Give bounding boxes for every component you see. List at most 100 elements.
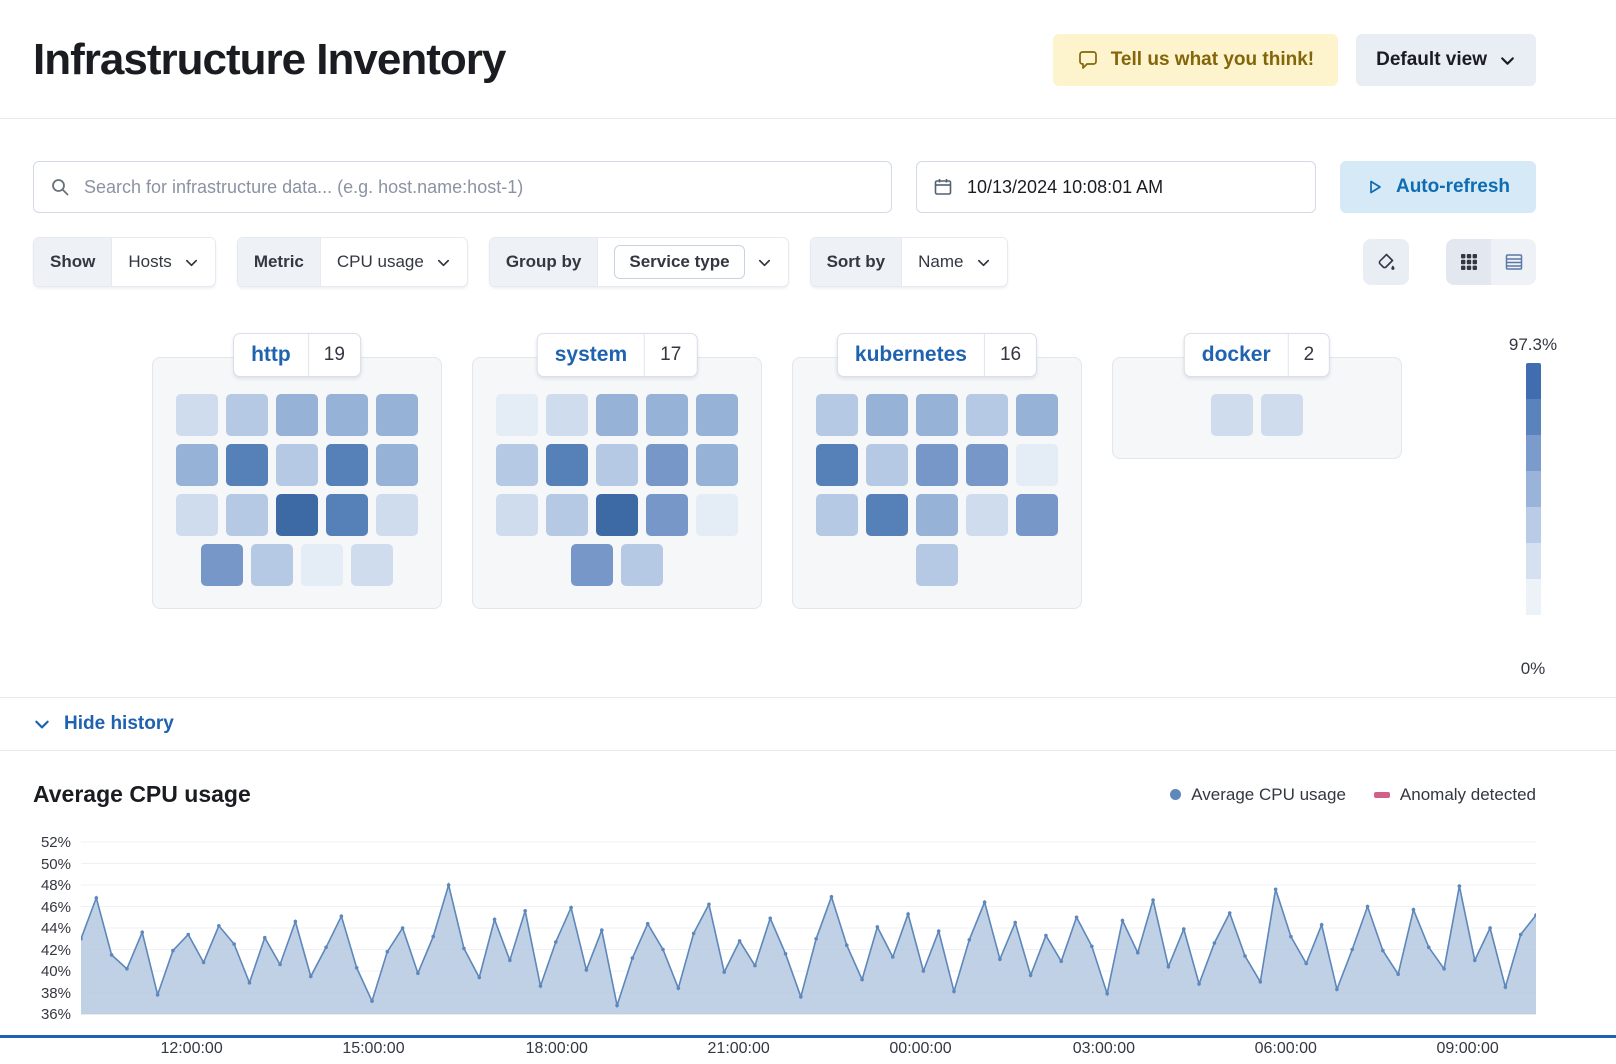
host-node[interactable] (571, 544, 613, 586)
host-node[interactable] (1016, 394, 1058, 436)
calendar-icon (933, 177, 953, 197)
host-node[interactable] (351, 544, 393, 586)
group-count: 19 (308, 334, 360, 376)
chart-legend-item[interactable]: Average CPU usage (1170, 785, 1346, 805)
host-node[interactable] (696, 494, 738, 536)
host-node[interactable] (646, 494, 688, 536)
host-node[interactable] (1016, 444, 1058, 486)
host-node[interactable] (1211, 394, 1253, 436)
host-node[interactable] (201, 544, 243, 586)
group-count: 16 (984, 334, 1036, 376)
host-node[interactable] (866, 444, 908, 486)
host-node[interactable] (496, 394, 538, 436)
group-card (472, 357, 762, 609)
host-node[interactable] (276, 444, 318, 486)
host-node[interactable] (816, 444, 858, 486)
date-picker-button[interactable]: 10/13/2024 10:08:01 AM (916, 161, 1316, 213)
host-node[interactable] (916, 444, 958, 486)
host-node[interactable] (546, 394, 588, 436)
host-node[interactable] (866, 394, 908, 436)
chart-plot-area[interactable] (81, 832, 1536, 1022)
host-node[interactable] (696, 394, 738, 436)
group-badge[interactable]: kubernetes16 (837, 333, 1037, 377)
metric-filter-label: Metric (238, 238, 321, 286)
waffle-map: http19 system17 kubernetes16 docker2 97.3% … (0, 333, 1616, 679)
search-icon (50, 177, 70, 197)
host-node[interactable] (866, 494, 908, 536)
host-node[interactable] (646, 394, 688, 436)
host-node[interactable] (546, 494, 588, 536)
host-node[interactable] (916, 494, 958, 536)
host-node[interactable] (276, 394, 318, 436)
waffle-group: kubernetes16 (792, 333, 1082, 609)
host-node[interactable] (176, 444, 218, 486)
legend-dot-icon (1170, 789, 1181, 800)
host-node[interactable] (376, 394, 418, 436)
fill-color-button[interactable] (1363, 239, 1409, 285)
host-node[interactable] (966, 444, 1008, 486)
host-node[interactable] (176, 394, 218, 436)
chart-header: Average CPU usage Average CPU usageAnoma… (33, 781, 1536, 808)
show-filter[interactable]: Show Hosts (33, 237, 216, 287)
search-input[interactable] (84, 177, 875, 198)
host-node[interactable] (376, 444, 418, 486)
group-count: 17 (644, 334, 696, 376)
host-node[interactable] (276, 494, 318, 536)
x-axis-labels: 12:00:0015:00:0018:00:0021:00:0000:00:00… (81, 1040, 1536, 1064)
view-selector-button[interactable]: Default view (1356, 34, 1536, 86)
group-by-filter[interactable]: Group by Service type (489, 237, 789, 287)
host-node[interactable] (546, 444, 588, 486)
host-node[interactable] (596, 394, 638, 436)
host-node[interactable] (916, 394, 958, 436)
host-node[interactable] (376, 494, 418, 536)
host-node[interactable] (966, 394, 1008, 436)
host-node[interactable] (696, 444, 738, 486)
host-node[interactable] (1016, 494, 1058, 536)
host-node[interactable] (496, 444, 538, 486)
host-node[interactable] (816, 494, 858, 536)
show-filter-label: Show (34, 238, 112, 286)
metric-filter-value: CPU usage (337, 252, 424, 272)
host-node[interactable] (176, 494, 218, 536)
feedback-button[interactable]: Tell us what you think! (1053, 34, 1338, 86)
host-node[interactable] (326, 444, 368, 486)
group-name: http (234, 334, 308, 376)
host-node[interactable] (1261, 394, 1303, 436)
host-node[interactable] (326, 394, 368, 436)
grid-view-button[interactable] (1446, 239, 1491, 285)
host-node[interactable] (226, 444, 268, 486)
metric-filter[interactable]: Metric CPU usage (237, 237, 468, 287)
fill-color-icon (1376, 252, 1396, 272)
host-node[interactable] (916, 544, 958, 586)
host-node[interactable] (966, 494, 1008, 536)
group-by-filter-value[interactable]: Service type (614, 245, 744, 279)
group-card (792, 357, 1082, 609)
legend-label: Average CPU usage (1191, 785, 1346, 805)
host-node[interactable] (496, 494, 538, 536)
search-toolbar: 10/13/2024 10:08:01 AM Auto-refresh (33, 161, 1536, 213)
host-node[interactable] (226, 394, 268, 436)
chart-legend-item[interactable]: Anomaly detected (1374, 785, 1536, 805)
host-node[interactable] (646, 444, 688, 486)
waffle-color-legend: 97.3% 0% (1490, 333, 1576, 679)
date-picker-value: 10/13/2024 10:08:01 AM (967, 177, 1163, 198)
group-badge[interactable]: system17 (537, 333, 698, 377)
sort-by-filter[interactable]: Sort by Name (810, 237, 1008, 287)
chart-body: 52%50%48%46%44%42%40%38%36% (33, 832, 1536, 1022)
chevron-down-icon (1499, 52, 1516, 69)
host-node[interactable] (326, 494, 368, 536)
host-node[interactable] (301, 544, 343, 586)
host-node[interactable] (596, 494, 638, 536)
host-node[interactable] (621, 544, 663, 586)
waffle-groups: http19 system17 kubernetes16 docker2 (64, 333, 1490, 679)
host-node[interactable] (251, 544, 293, 586)
group-name: system (538, 334, 644, 376)
auto-refresh-button[interactable]: Auto-refresh (1340, 161, 1536, 213)
host-node[interactable] (226, 494, 268, 536)
group-badge[interactable]: docker2 (1184, 333, 1330, 377)
group-badge[interactable]: http19 (233, 333, 361, 377)
hide-history-toggle[interactable]: Hide history (0, 697, 1616, 751)
host-node[interactable] (816, 394, 858, 436)
table-view-button[interactable] (1491, 239, 1536, 285)
host-node[interactable] (596, 444, 638, 486)
